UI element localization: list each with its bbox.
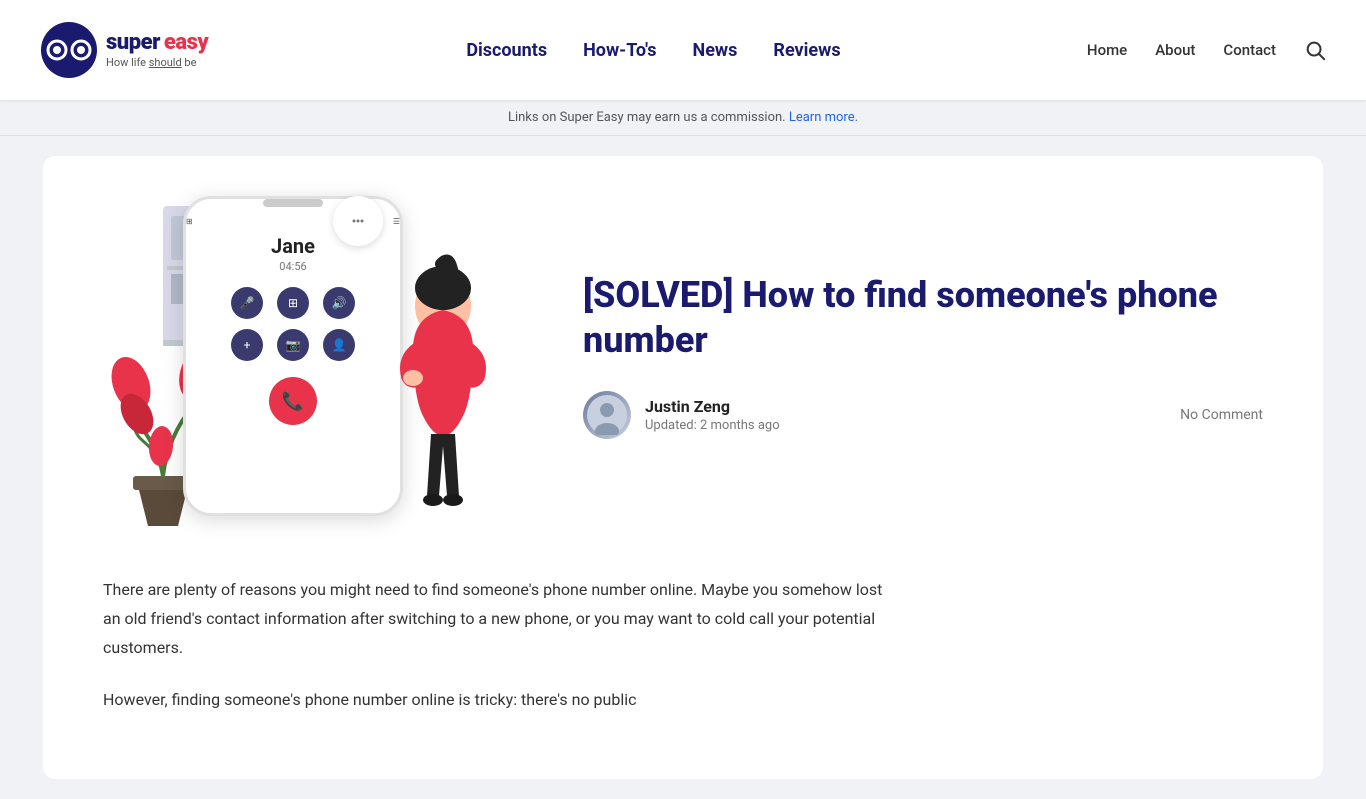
chat-bubble	[333, 196, 383, 246]
nav-discounts[interactable]: Discounts	[466, 40, 547, 61]
hero-image: ⊞ ☰ Jane 04:56 🎤 ⊞ 🔊 + 📷 👤	[103, 186, 523, 526]
author-info: Justin Zeng Updated: 2 months ago	[583, 391, 780, 439]
logo-tagline: How life should be	[106, 57, 208, 69]
article-body: There are plenty of reasons you might ne…	[43, 546, 943, 715]
search-icon	[1304, 39, 1326, 61]
phone-video-btn: 📷	[277, 329, 309, 361]
secondary-nav: Home About Contact	[1087, 39, 1326, 61]
phone-speaker-btn: 🔊	[323, 287, 355, 319]
nav-contact[interactable]: Contact	[1223, 41, 1276, 59]
nav-about[interactable]: About	[1155, 41, 1195, 59]
phone-hangup-btn: 📞	[269, 377, 317, 425]
logo-easy: easy	[164, 31, 208, 55]
avatar-icon	[587, 395, 627, 435]
nav-reviews[interactable]: Reviews	[773, 40, 840, 61]
author-details: Justin Zeng Updated: 2 months ago	[645, 397, 780, 433]
comment-count: No Comment	[1180, 407, 1263, 423]
phone-add-btn: +	[231, 329, 263, 361]
phone-mic-btn: 🎤	[231, 287, 263, 319]
tagline-emphasis: should	[149, 56, 182, 69]
article-paragraph-2: However, finding someone's phone number …	[103, 686, 883, 715]
logo-icon	[40, 21, 98, 79]
hero-text: [SOLVED] How to find someone's phone num…	[583, 273, 1263, 439]
phone-person-btn: 👤	[323, 329, 355, 361]
nav-home[interactable]: Home	[1087, 41, 1127, 59]
announcement-link[interactable]: Learn more.	[789, 110, 858, 125]
nav-news[interactable]: News	[693, 40, 738, 61]
article-paragraph-1: There are plenty of reasons you might ne…	[103, 576, 883, 662]
main-nav: Discounts How-To's News Reviews	[466, 40, 840, 61]
site-header: super easy How life should be Discounts …	[0, 0, 1366, 100]
hero-section: ⊞ ☰ Jane 04:56 🎤 ⊞ 🔊 + 📷 👤	[43, 156, 1323, 546]
search-button[interactable]	[1304, 39, 1326, 61]
logo-text: super easy How life should be	[106, 31, 208, 69]
logo-super: super	[106, 31, 160, 55]
author-row: Justin Zeng Updated: 2 months ago No Com…	[583, 391, 1263, 439]
phone-grid-btn: ⊞	[277, 287, 309, 319]
announcement-bar: Links on Super Easy may earn us a commis…	[0, 100, 1366, 136]
author-updated: Updated: 2 months ago	[645, 418, 780, 433]
page-wrapper: ⊞ ☰ Jane 04:56 🎤 ⊞ 🔊 + 📷 👤	[23, 156, 1343, 779]
author-name: Justin Zeng	[645, 397, 780, 416]
logo[interactable]: super easy How life should be	[40, 21, 220, 79]
nav-howtos[interactable]: How-To's	[583, 40, 656, 61]
article-card: ⊞ ☰ Jane 04:56 🎤 ⊞ 🔊 + 📷 👤	[43, 156, 1323, 779]
author-avatar	[583, 391, 631, 439]
phone-notch	[263, 199, 323, 207]
announcement-text: Links on Super Easy may earn us a commis…	[508, 110, 786, 125]
person-illustration	[353, 216, 533, 526]
article-title: [SOLVED] How to find someone's phone num…	[583, 273, 1263, 363]
